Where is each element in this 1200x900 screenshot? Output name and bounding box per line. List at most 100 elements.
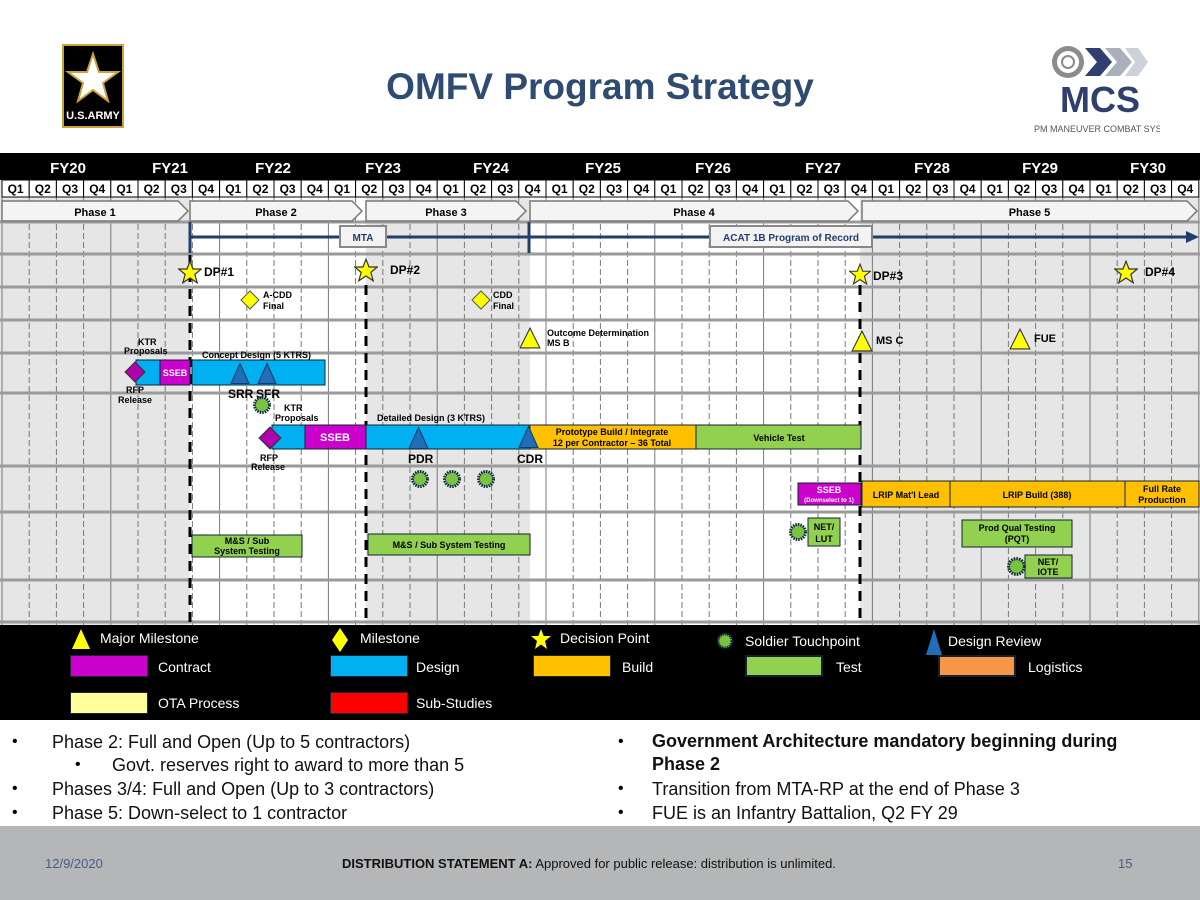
quarter-label: Q4 bbox=[89, 182, 105, 196]
quarter-label: Q3 bbox=[606, 182, 622, 196]
quarter-label: Q4 bbox=[851, 182, 867, 196]
legend-logistics: Logistics bbox=[1028, 659, 1083, 675]
quarter-label: Q1 bbox=[1096, 182, 1112, 196]
quarter-label: Q2 bbox=[252, 182, 268, 196]
bullet-text: Phases 3/4: Full and Open (Up to 3 contr… bbox=[52, 779, 435, 799]
page-number: 15 bbox=[1118, 856, 1133, 871]
milestone-diamond-icon bbox=[332, 628, 348, 652]
quarter-label: Q1 bbox=[116, 182, 132, 196]
concept-design-label: Concept Design (5 KTRS) bbox=[202, 350, 311, 360]
pdr-label: PDR bbox=[408, 452, 434, 466]
quarter-label: Q4 bbox=[524, 182, 540, 196]
bullet-icon: • bbox=[75, 756, 81, 773]
quarter-label: Q4 bbox=[633, 182, 649, 196]
bullet-text: Phase 2 bbox=[652, 754, 721, 774]
quarter-label: Q4 bbox=[960, 182, 976, 196]
quarter-label: Q3 bbox=[715, 182, 731, 196]
quarter-label: Q2 bbox=[35, 182, 51, 196]
quarter-label: Q1 bbox=[660, 182, 676, 196]
quarter-label: Q2 bbox=[470, 182, 486, 196]
contract-swatch bbox=[70, 655, 148, 677]
ktr-proposals-label: Proposals bbox=[275, 413, 319, 423]
bullet-icon: • bbox=[12, 780, 18, 797]
design-swatch bbox=[330, 655, 408, 677]
cdd-label: CDD bbox=[493, 290, 513, 300]
test-swatch bbox=[745, 655, 823, 677]
quarter-label: Q2 bbox=[688, 182, 704, 196]
quarter-label: Q2 bbox=[1014, 182, 1030, 196]
net-iote-label: IOTE bbox=[1037, 567, 1058, 577]
quarter-label: Q1 bbox=[225, 182, 241, 196]
net-lut-label: LUT bbox=[815, 534, 833, 544]
quarter-label: Q3 bbox=[62, 182, 78, 196]
phase-label: Phase 3 bbox=[425, 207, 467, 219]
legend-sub-studies: Sub-Studies bbox=[416, 695, 493, 711]
legend-test: Test bbox=[836, 659, 862, 675]
quarter-label: Q3 bbox=[932, 182, 948, 196]
quarter-label: Q2 bbox=[144, 182, 160, 196]
ms-test-label: M&S / Sub bbox=[225, 536, 270, 546]
quarter-label: Q1 bbox=[8, 182, 24, 196]
ktr-proposals-label: KTR bbox=[284, 403, 303, 413]
sseb-label: SSEB bbox=[817, 485, 842, 495]
legend: Major Milestone Milestone Decision Point… bbox=[0, 625, 1200, 720]
msb-label: MS B bbox=[547, 338, 570, 348]
rfp-release-label: Release bbox=[251, 462, 285, 472]
fiscal-year-label: FY28 bbox=[914, 160, 950, 177]
quarter-label: Q4 bbox=[416, 182, 432, 196]
quarter-label: Q3 bbox=[171, 182, 187, 196]
legend-soldier-touchpoint: Soldier Touchpoint bbox=[745, 633, 860, 649]
vehicle-test-label: Vehicle Test bbox=[753, 433, 804, 443]
soldier-touchpoint-icon bbox=[477, 470, 495, 488]
net-lut-label: NET/ bbox=[814, 522, 835, 532]
bullet-text: Transition from MTA-RP at the end of Pha… bbox=[652, 779, 1020, 799]
fiscal-year-label: FY30 bbox=[1130, 160, 1166, 177]
bullet-icon: • bbox=[12, 733, 18, 750]
downselect-label: (Downselect to 1) bbox=[804, 498, 854, 504]
quarter-label: Q2 bbox=[579, 182, 595, 196]
sseb-label: SSEB bbox=[163, 368, 188, 378]
bullet-text: Phase 2: Full and Open (Up to 5 contract… bbox=[52, 732, 411, 752]
acdd-label: Final bbox=[263, 301, 284, 311]
fiscal-year-label: FY23 bbox=[365, 160, 401, 177]
legend-major-milestone: Major Milestone bbox=[100, 630, 199, 646]
mta-label: MTA bbox=[353, 233, 374, 244]
quarter-label: Q1 bbox=[552, 182, 568, 196]
detailed-design-label: Detailed Design (3 KTRS) bbox=[377, 413, 485, 423]
legend-milestone: Milestone bbox=[360, 630, 420, 646]
shade-white bbox=[530, 197, 860, 625]
phase-label: Phase 4 bbox=[673, 207, 715, 219]
quarter-label: Q4 bbox=[198, 182, 214, 196]
quarter-label: Q4 bbox=[307, 182, 323, 196]
detailed-design-bar bbox=[365, 424, 531, 450]
dp4-label: DP#4 bbox=[1145, 265, 1175, 279]
quarter-label: Q4 bbox=[1068, 182, 1084, 196]
legend-decision-point: Decision Point bbox=[560, 630, 650, 646]
quarter-label: Q3 bbox=[824, 182, 840, 196]
quarter-label: Q3 bbox=[1150, 182, 1166, 196]
lrip-build-label: LRIP Build (388) bbox=[1003, 490, 1072, 500]
quarter-label: Q2 bbox=[361, 182, 377, 196]
quarter-label: Q1 bbox=[878, 182, 894, 196]
bullet-icon: • bbox=[618, 804, 624, 821]
legend-design: Design bbox=[416, 659, 460, 675]
quarter-label: Q3 bbox=[1041, 182, 1057, 196]
soldier-touchpoint-icon bbox=[443, 470, 461, 488]
fiscal-year-label: FY21 bbox=[152, 160, 188, 177]
soldier-touchpoint-icon bbox=[716, 632, 734, 650]
quarter-label: Q2 bbox=[905, 182, 921, 196]
frp-label: Full Rate bbox=[1143, 484, 1181, 494]
quarter-label: Q3 bbox=[497, 182, 513, 196]
quarter-label: Q1 bbox=[443, 182, 459, 196]
bullet-text: Government Architecture mandatory beginn… bbox=[652, 731, 1118, 751]
bullet-icon: • bbox=[618, 733, 624, 750]
footer: 12/9/2020 DISTRIBUTION STATEMENT A: Appr… bbox=[0, 826, 1200, 900]
ms-test-label: System Testing bbox=[214, 546, 280, 556]
acdd-label: A-CDD bbox=[263, 290, 292, 300]
pqt-label: (PQT) bbox=[1005, 534, 1030, 544]
distribution-statement: Approved for public release: distributio… bbox=[532, 856, 836, 871]
quarter-label: Q2 bbox=[1123, 182, 1139, 196]
quarter-label: Q1 bbox=[334, 182, 350, 196]
msb-label: Outcome Determination bbox=[547, 328, 649, 338]
acat-label: ACAT 1B Program of Record bbox=[723, 233, 859, 244]
